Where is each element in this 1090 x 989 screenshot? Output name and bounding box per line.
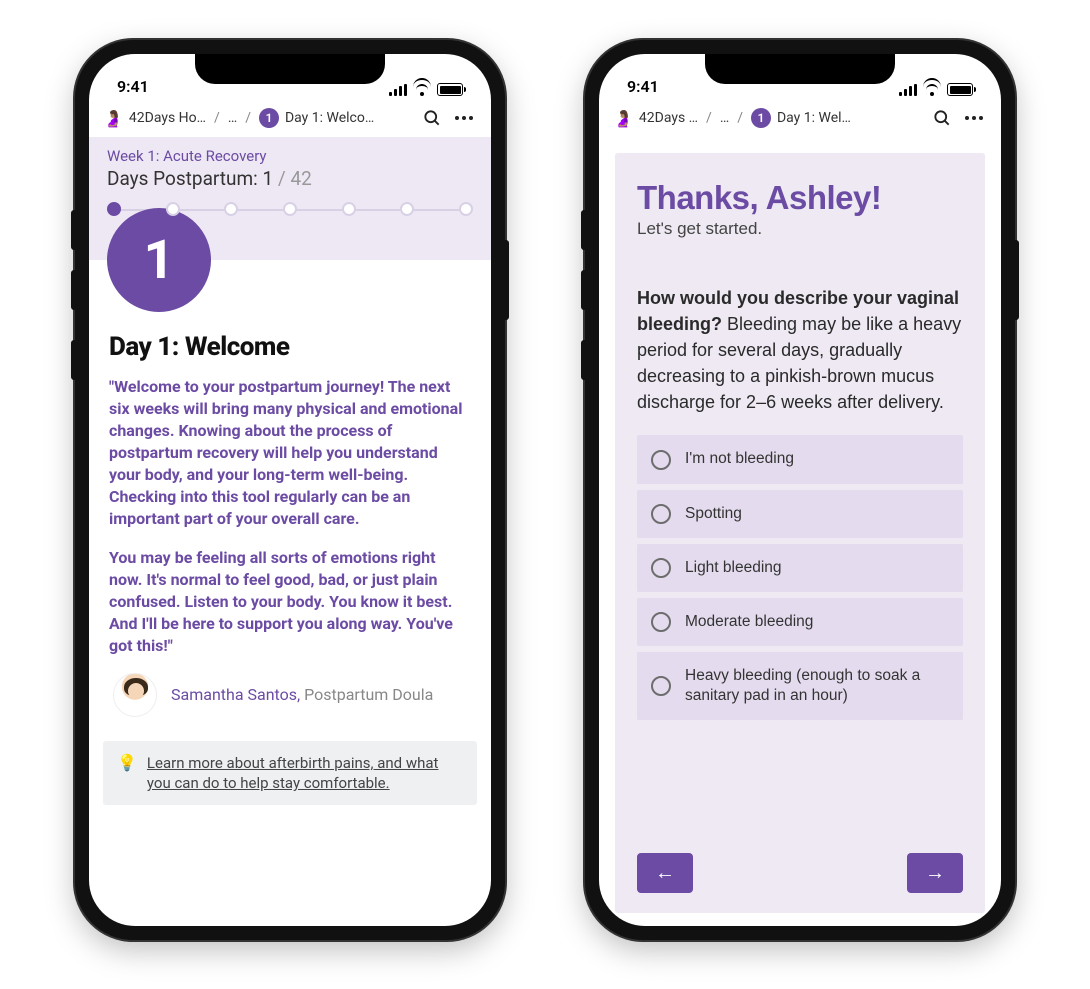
step-dot[interactable]: [283, 202, 297, 216]
breadcrumb-current[interactable]: Day 1: Wel…: [777, 110, 851, 126]
author-avatar: [113, 673, 157, 717]
step-dot[interactable]: [224, 202, 238, 216]
battery-icon: [947, 83, 973, 96]
day-number-badge: 1: [107, 208, 211, 312]
wifi-icon: [923, 83, 941, 96]
phone-notch: [705, 54, 895, 84]
phone-notch: [195, 54, 385, 84]
page-content: Week 1: Acute Recovery Days Postpartum: …: [89, 137, 491, 926]
survey-question: How would you describe your vaginal blee…: [637, 285, 963, 415]
radio-icon: [651, 504, 671, 524]
breadcrumb-sep: /: [243, 110, 253, 126]
breadcrumb-badge: 1: [259, 108, 279, 128]
wifi-icon: [413, 83, 431, 96]
option-label: Spotting: [685, 504, 742, 524]
survey-option[interactable]: Light bleeding: [637, 544, 963, 592]
step-dot[interactable]: [166, 202, 180, 216]
breadcrumb-sep: /: [212, 110, 222, 126]
breadcrumb-badge: 1: [751, 108, 771, 128]
author-name: Samantha Santos,: [171, 685, 300, 704]
progress-header: Week 1: Acute Recovery Days Postpartum: …: [89, 137, 491, 260]
option-list: I'm not bleeding Spotting Light bleeding Mo…: [637, 435, 963, 720]
week-label: Week 1: Acute Recovery: [89, 143, 491, 167]
thanks-subheading: Let's get started.: [637, 219, 963, 239]
more-icon[interactable]: [451, 116, 477, 120]
step-dot[interactable]: [342, 202, 356, 216]
cellular-icon: [899, 84, 917, 96]
radio-icon: [651, 558, 671, 578]
prev-button[interactable]: ←: [637, 853, 693, 893]
more-icon[interactable]: [961, 116, 987, 120]
option-label: Moderate bleeding: [685, 612, 813, 632]
tip-text: Learn more about afterbirth pains, and w…: [147, 753, 463, 794]
page-title: Day 1: Welcome: [109, 332, 471, 362]
intro-quote-2: You may be feeling all sorts of emotions…: [109, 547, 471, 657]
survey-option[interactable]: Heavy bleeding (enough to soak a sanitar…: [637, 652, 963, 720]
lightbulb-icon: 💡: [117, 753, 137, 772]
cellular-icon: [389, 84, 407, 96]
status-time: 9:41: [117, 77, 149, 96]
breadcrumb-bar: 🤰🏽 42Days … / … / 1 Day 1: Wel…: [599, 100, 1001, 137]
phone-screen: 9:41 🤰🏽 42Days … / … / 1 Day 1: Wel… Tha…: [599, 54, 1001, 926]
tip-callout[interactable]: 💡 Learn more about afterbirth pains, and…: [103, 741, 477, 806]
days-counter: Days Postpartum: 1 / 42: [89, 167, 491, 198]
author-row: Samantha Santos, Postpartum Doula: [109, 673, 471, 717]
intro-quote-1: "Welcome to your postpartum journey! The…: [109, 376, 471, 531]
days-label: Days Postpartum:: [107, 167, 258, 190]
option-label: I'm not bleeding: [685, 449, 794, 469]
phone-mockup-right: 9:41 🤰🏽 42Days … / … / 1 Day 1: Wel… Tha…: [585, 40, 1015, 940]
battery-icon: [437, 83, 463, 96]
phone-mockup-left: 9:41 🤰🏽 42Days Ho… / … / 1 Day 1: Welco…: [75, 40, 505, 940]
app-icon[interactable]: 🤰🏽: [613, 109, 633, 128]
next-button[interactable]: →: [907, 853, 963, 893]
search-icon[interactable]: [419, 108, 445, 128]
thanks-heading: Thanks, Ashley!: [637, 179, 963, 217]
status-icons: [389, 83, 463, 96]
radio-icon: [651, 450, 671, 470]
days-total: / 42: [278, 167, 312, 190]
author-role: Postpartum Doula: [300, 685, 433, 704]
survey-option[interactable]: Moderate bleeding: [637, 598, 963, 646]
option-label: Heavy bleeding (enough to soak a sanitar…: [685, 666, 949, 706]
breadcrumb-mid[interactable]: …: [720, 110, 729, 126]
status-icons: [899, 83, 973, 96]
status-time: 9:41: [627, 77, 659, 96]
step-dot[interactable]: [107, 202, 121, 216]
search-icon[interactable]: [929, 108, 955, 128]
step-dot[interactable]: [459, 202, 473, 216]
breadcrumb-sep: /: [735, 110, 745, 126]
radio-icon: [651, 676, 671, 696]
option-label: Light bleeding: [685, 558, 782, 578]
survey-option[interactable]: I'm not bleeding: [637, 435, 963, 483]
days-current: 1: [262, 167, 273, 190]
phone-screen: 9:41 🤰🏽 42Days Ho… / … / 1 Day 1: Welco…: [89, 54, 491, 926]
app-icon[interactable]: 🤰🏽: [103, 109, 123, 128]
radio-icon: [651, 612, 671, 632]
breadcrumb-sep: /: [704, 110, 714, 126]
breadcrumb-current[interactable]: Day 1: Welco…: [285, 110, 374, 126]
survey-card: Thanks, Ashley! Let's get started. How w…: [615, 153, 985, 913]
breadcrumb-root[interactable]: 42Days Ho…: [129, 110, 206, 126]
breadcrumb-mid[interactable]: …: [228, 110, 237, 126]
survey-option[interactable]: Spotting: [637, 490, 963, 538]
breadcrumb-root[interactable]: 42Days …: [639, 110, 698, 126]
breadcrumb-bar: 🤰🏽 42Days Ho… / … / 1 Day 1: Welco…: [89, 100, 491, 137]
step-dot[interactable]: [400, 202, 414, 216]
page-content: Thanks, Ashley! Let's get started. How w…: [599, 137, 1001, 926]
